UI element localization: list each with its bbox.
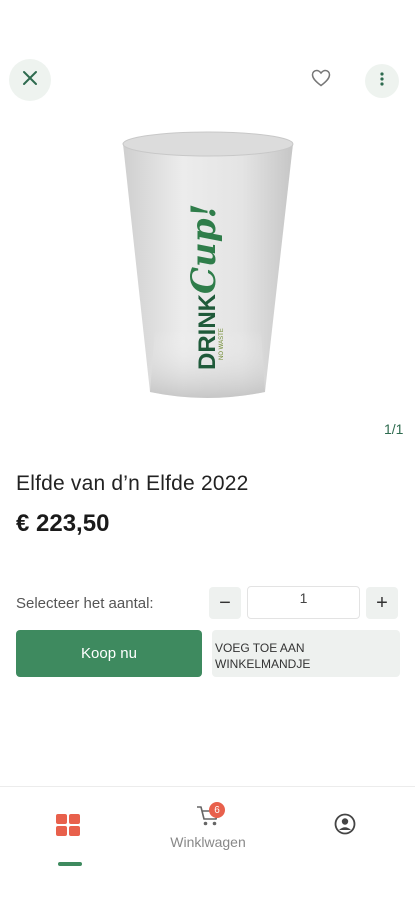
quantity-label: Selecteer het aantal: [16, 595, 154, 612]
more-options-button[interactable] [365, 64, 399, 98]
product-title: Elfde van d’n Elfde 2022 [16, 472, 249, 495]
close-button[interactable] [9, 59, 51, 101]
buy-now-label: Koop nu [81, 645, 137, 662]
svg-text:Cup!: Cup! [184, 204, 224, 294]
decrease-quantity-button[interactable]: − [209, 587, 241, 619]
product-image: DRINK Cup! NO WASTE [115, 130, 300, 410]
buy-now-button[interactable]: Koop nu [16, 630, 202, 677]
image-pager: 1/1 [384, 421, 404, 437]
nav-account[interactable] [334, 813, 356, 840]
account-icon [334, 813, 356, 840]
add-to-cart-button[interactable]: VOEG TOE AAN WINKELMANDJE [212, 630, 400, 677]
nav-home[interactable] [56, 814, 80, 841]
cart-badge: 6 [209, 802, 225, 818]
more-vertical-icon [380, 71, 384, 91]
svg-text:NO WASTE: NO WASTE [219, 328, 225, 360]
increase-quantity-button[interactable]: + [366, 587, 398, 619]
add-to-cart-label-line2: WINKELMANDJE [215, 657, 311, 671]
svg-text:DRINK: DRINK [194, 293, 221, 370]
favorite-button[interactable] [305, 64, 337, 96]
active-tab-indicator [58, 862, 82, 866]
add-to-cart-label-line1: VOEG TOE AAN [215, 641, 305, 655]
close-icon [22, 70, 38, 91]
bottom-navigation: 6 Winklwagen [0, 786, 415, 900]
grid-icon [56, 814, 80, 841]
product-price: € 223,50 [16, 510, 110, 537]
cart-label: Winklwagen [170, 834, 246, 850]
heart-icon [311, 69, 331, 92]
nav-cart[interactable]: 6 Winklwagen [164, 802, 252, 850]
quantity-field[interactable]: 1 [247, 586, 360, 619]
